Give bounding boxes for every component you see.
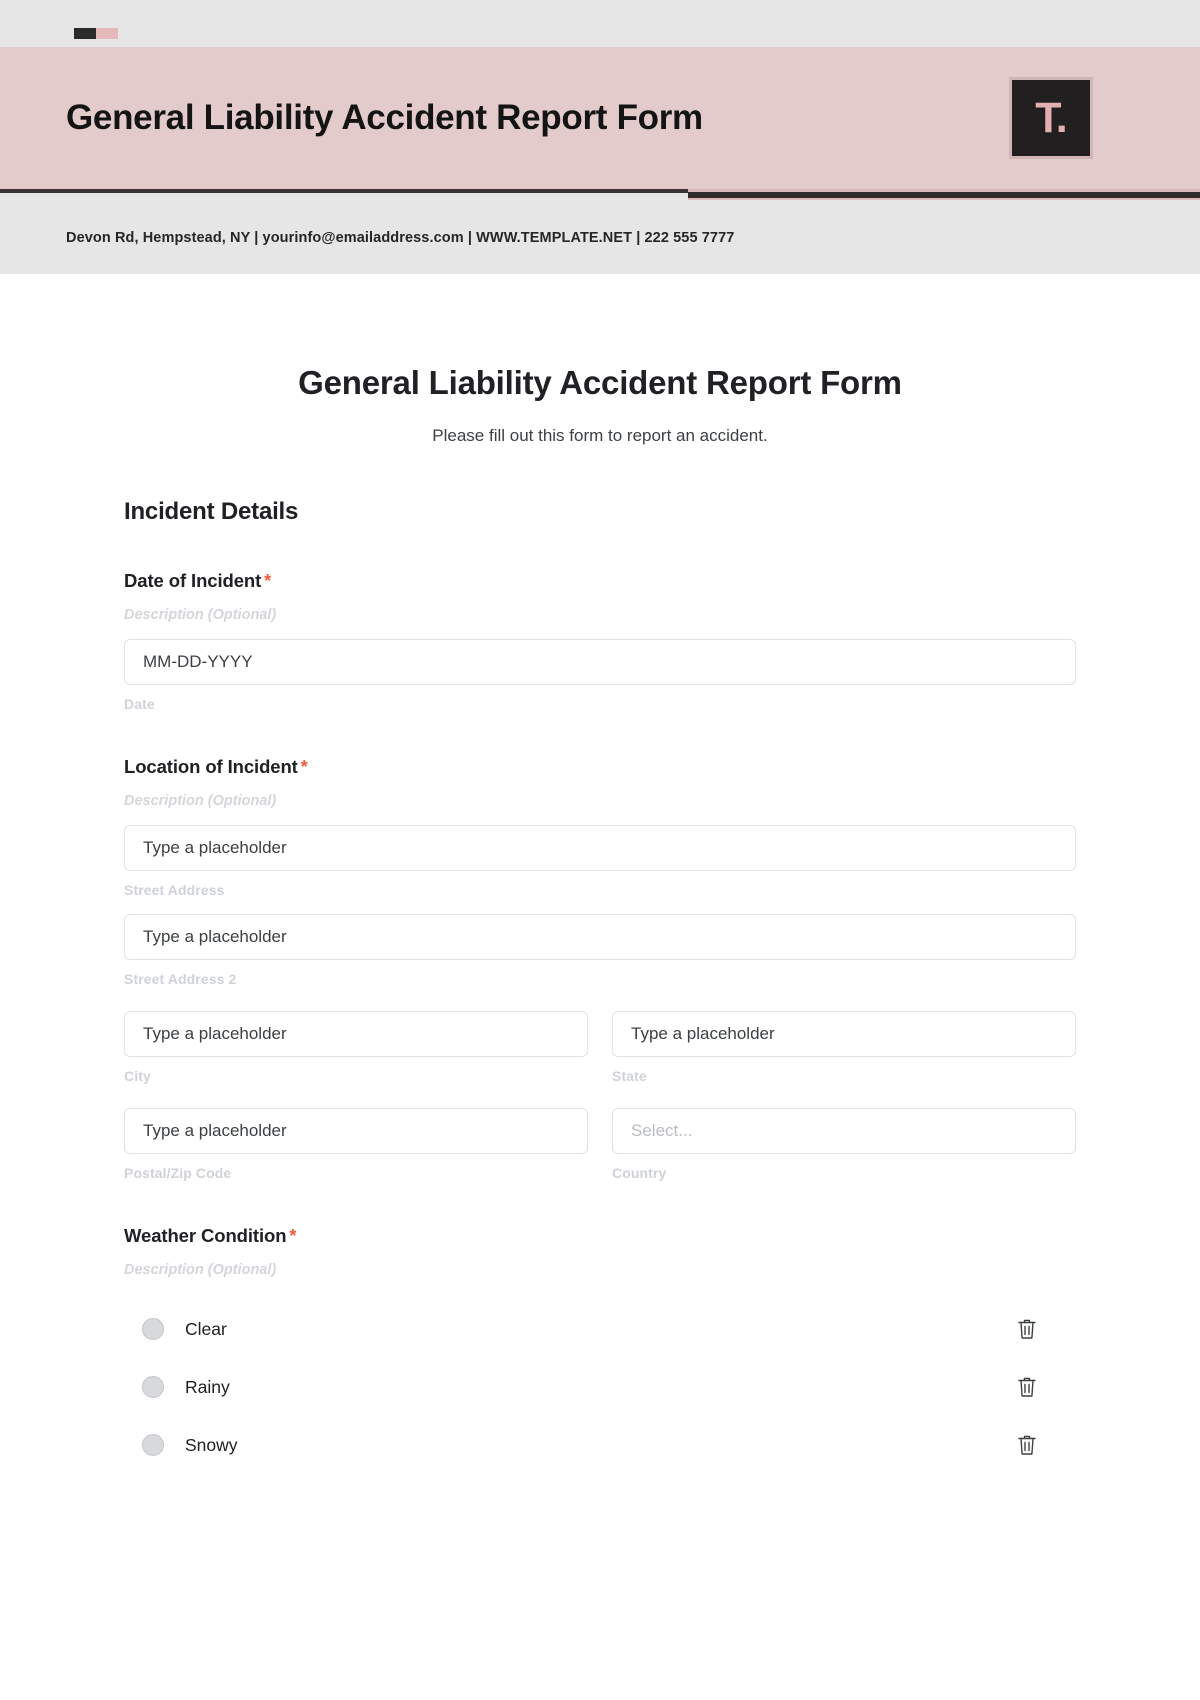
field-description-date-of-incident: Description (Optional) <box>124 607 277 623</box>
divider-right-segment <box>688 189 1200 200</box>
city-input[interactable]: Type a placeholder <box>124 1011 588 1057</box>
state-column: Type a placeholder State <box>612 1011 1076 1084</box>
label-text: Date of Incident <box>124 570 262 591</box>
page-subtitle: Please fill out this form to report an a… <box>432 426 768 445</box>
template-logo-glyph: T. <box>1035 93 1067 142</box>
field-location-of-incident: Location of Incident * Description (Optio… <box>124 756 1076 1181</box>
street-address-2-input[interactable]: Type a placeholder <box>124 914 1076 960</box>
radio-button-icon[interactable] <box>142 1434 164 1456</box>
field-label-date-of-incident: Date of Incident * <box>124 570 1076 592</box>
option-row-clear[interactable]: Clear <box>124 1300 1076 1358</box>
letterhead-divider <box>0 189 1200 201</box>
label-text: Location of Incident <box>124 756 298 777</box>
radio-button-icon[interactable] <box>142 1318 164 1340</box>
letterhead-topbar <box>0 0 1200 47</box>
required-asterisk: * <box>264 571 272 591</box>
field-date-of-incident: Date of Incident * Description (Optional)… <box>124 570 1076 712</box>
city-state-row: Type a placeholder City Type a placehold… <box>124 1011 1076 1084</box>
field-description-weather-condition: Description (Optional) <box>124 1262 277 1278</box>
letterhead-title: General Liability Accident Report Form <box>66 98 703 137</box>
section-title-incident-details: Incident Details <box>124 498 299 525</box>
sub-label-city: City <box>124 1068 151 1084</box>
sub-label-state: State <box>612 1068 647 1084</box>
date-of-incident-input[interactable]: MM-DD-YYYY <box>124 639 1076 685</box>
form-body: General Liability Accident Report Form P… <box>0 364 1200 1474</box>
field-label-location-of-incident: Location of Incident * <box>124 756 1076 778</box>
sub-label-country: Country <box>612 1165 667 1181</box>
brand-mark-dark-icon <box>74 28 96 39</box>
option-label: Snowy <box>185 1434 238 1455</box>
divider-left-segment <box>0 189 688 193</box>
field-label-weather-condition: Weather Condition * <box>124 1225 1076 1247</box>
country-select[interactable]: Select... <box>612 1108 1076 1154</box>
field-description-location-of-incident: Description (Optional) <box>124 793 277 809</box>
letterhead-band: General Liability Accident Report Form T… <box>0 47 1200 189</box>
brand-mark-pink-icon <box>96 28 118 39</box>
trash-icon[interactable] <box>1014 1374 1040 1400</box>
letterhead-contact-bar: Devon Rd, Hempstead, NY | yourinfo@email… <box>0 201 1200 274</box>
sub-label-street-address: Street Address <box>124 882 225 898</box>
page-title: General Liability Accident Report Form <box>298 364 902 401</box>
sub-label-date: Date <box>124 696 155 712</box>
option-row-rainy[interactable]: Rainy <box>124 1358 1076 1416</box>
country-column: Select... Country <box>612 1108 1076 1181</box>
option-label: Clear <box>185 1318 227 1339</box>
postal-zip-column: Type a placeholder Postal/Zip Code <box>124 1108 588 1181</box>
sub-label-postal-zip: Postal/Zip Code <box>124 1165 232 1181</box>
required-asterisk: * <box>289 1226 297 1246</box>
state-input[interactable]: Type a placeholder <box>612 1011 1076 1057</box>
field-weather-condition: Weather Condition * Description (Optional… <box>124 1225 1076 1474</box>
contact-line: Devon Rd, Hempstead, NY | yourinfo@email… <box>66 229 735 246</box>
radio-button-icon[interactable] <box>142 1376 164 1398</box>
label-text: Weather Condition <box>124 1225 287 1246</box>
template-logo: T. <box>1009 77 1093 159</box>
option-row-snowy[interactable]: Snowy <box>124 1416 1076 1474</box>
trash-icon[interactable] <box>1014 1316 1040 1342</box>
postal-zip-input[interactable]: Type a placeholder <box>124 1108 588 1154</box>
brand-marks <box>74 28 118 39</box>
option-label: Rainy <box>185 1376 230 1397</box>
city-column: Type a placeholder City <box>124 1011 588 1084</box>
street-address-input[interactable]: Type a placeholder <box>124 825 1076 871</box>
trash-icon[interactable] <box>1014 1432 1040 1458</box>
weather-condition-option-list: Clear Rainy Snowy <box>124 1300 1076 1474</box>
postal-country-row: Type a placeholder Postal/Zip Code Selec… <box>124 1108 1076 1181</box>
required-asterisk: * <box>300 757 308 777</box>
letterhead: General Liability Accident Report Form T… <box>0 0 1200 274</box>
sub-label-street-address-2: Street Address 2 <box>124 971 237 987</box>
